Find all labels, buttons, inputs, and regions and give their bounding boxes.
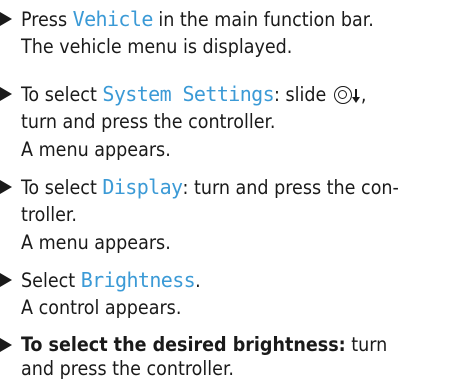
step-text: : slide <box>274 83 332 106</box>
step-text: To select <box>21 176 103 199</box>
controller-icon <box>333 86 352 104</box>
step-text-line: Press Vehicle in the main function bar. <box>21 7 374 32</box>
step-bold-heading: To select the desired brightness: <box>21 333 346 356</box>
arrow-down-icon <box>351 89 360 103</box>
step-text: Press <box>21 8 73 31</box>
step-text-line: To select Display: turn and press the co… <box>21 175 399 200</box>
step-text: To select <box>21 83 103 106</box>
step-text: in the main function bar. <box>152 8 374 31</box>
step-text: Select <box>21 269 81 292</box>
menu-term-vehicle: Vehicle <box>72 7 154 31</box>
step-text: . <box>195 269 201 292</box>
menu-term-brightness: Brightness <box>80 268 196 292</box>
step-text-line: turn and press the controller. <box>21 110 276 133</box>
triangle-right-icon <box>0 338 12 352</box>
step-text: , <box>360 83 367 106</box>
menu-term-display: Display <box>102 175 183 199</box>
step-text: : turn and press the con- <box>182 176 399 199</box>
step-result-line: A menu appears. <box>21 231 171 254</box>
step-result-line: A control appears. <box>21 296 182 319</box>
step-text-line: troller. <box>21 203 77 226</box>
triangle-right-icon <box>0 12 12 26</box>
step-result-line: The vehicle menu is displayed. <box>21 35 293 58</box>
step-text-line: Select Brightness. <box>21 268 201 293</box>
triangle-right-icon <box>0 180 12 194</box>
triangle-right-icon <box>0 273 12 287</box>
step-text-line: To select System Settings: slide , <box>21 82 367 107</box>
step-text-line: To select the desired brightness: turn <box>21 333 387 357</box>
triangle-right-icon <box>0 87 12 101</box>
step-text-line: and press the controller. <box>21 357 234 380</box>
step-result-line: A menu appears. <box>21 138 171 161</box>
step-text: turn <box>345 333 388 356</box>
menu-term-system-settings: System Settings <box>102 82 275 106</box>
